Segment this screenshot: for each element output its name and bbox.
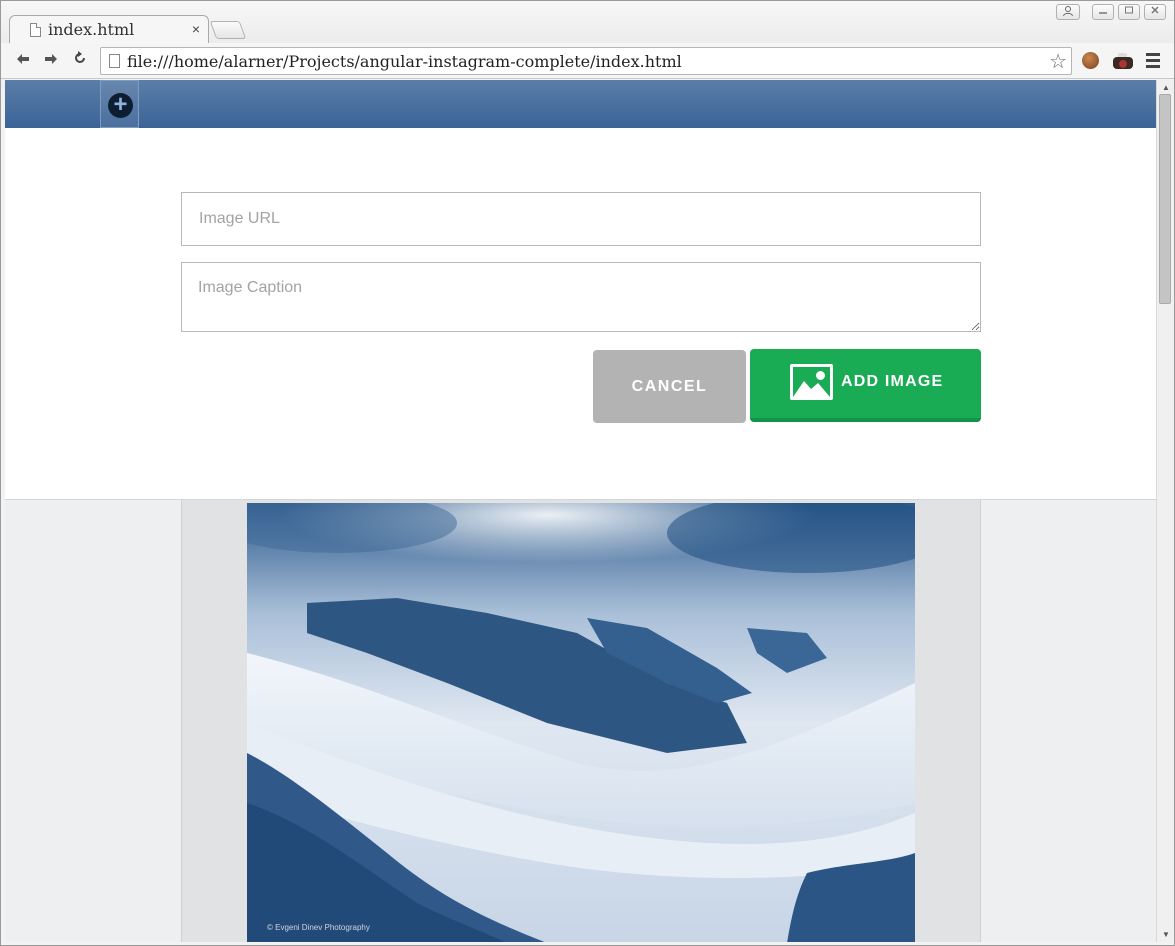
image-icon [790, 364, 833, 400]
image-url-input[interactable] [181, 192, 981, 246]
page-icon [109, 54, 120, 68]
reload-icon[interactable] [69, 50, 91, 72]
image-feed: © Evgeni Dinev Photography [181, 500, 981, 942]
extension-camera-icon[interactable] [1113, 53, 1133, 69]
tab-strip: index.html × [1, 1, 1174, 43]
bookmark-star-icon[interactable]: ☆ [1049, 49, 1067, 74]
feed-photo[interactable]: © Evgeni Dinev Photography [247, 503, 915, 942]
close-window-icon[interactable] [1144, 4, 1166, 20]
extension-avatar-icon[interactable] [1082, 52, 1099, 69]
document-icon [30, 23, 41, 37]
plus-circle-icon: + [108, 93, 133, 118]
vertical-scrollbar[interactable]: ▲ ▼ [1156, 80, 1174, 942]
maximize-icon[interactable] [1118, 4, 1140, 20]
new-tab-button[interactable] [209, 21, 247, 39]
browser-toolbar: file:///home/alarner/Projects/angular-in… [1, 43, 1174, 79]
snowy-mountain-photo [247, 503, 915, 942]
toggle-add-form-button[interactable]: + [100, 80, 139, 128]
minimize-icon[interactable] [1092, 4, 1114, 20]
scroll-down-icon[interactable]: ▼ [1162, 930, 1170, 939]
back-icon[interactable] [12, 50, 34, 72]
scroll-up-icon[interactable]: ▲ [1162, 83, 1170, 92]
photo-credit: © Evgeni Dinev Photography [267, 923, 370, 932]
address-bar[interactable]: file:///home/alarner/Projects/angular-in… [100, 47, 1072, 75]
page-viewport: + CANCEL ADD IMAGE [5, 80, 1156, 942]
scroll-thumb[interactable] [1159, 94, 1171, 304]
add-image-form: CANCEL ADD IMAGE [5, 128, 1156, 500]
add-image-button[interactable]: ADD IMAGE [750, 349, 981, 422]
tab-close-icon[interactable]: × [192, 21, 200, 37]
image-caption-input[interactable] [181, 262, 981, 332]
tab-index[interactable]: index.html × [9, 15, 209, 43]
browser-window: index.html × file:///home/alarner/Projec… [0, 0, 1175, 946]
profile-icon[interactable] [1056, 4, 1080, 20]
add-image-label: ADD IMAGE [841, 373, 944, 390]
cancel-button[interactable]: CANCEL [593, 350, 746, 423]
tab-title: index.html [48, 20, 135, 39]
address-url[interactable]: file:///home/alarner/Projects/angular-in… [127, 52, 682, 71]
menu-icon[interactable] [1146, 53, 1160, 71]
window-controls [1056, 4, 1166, 20]
app-header: + [5, 80, 1156, 128]
forward-icon[interactable] [40, 50, 62, 72]
